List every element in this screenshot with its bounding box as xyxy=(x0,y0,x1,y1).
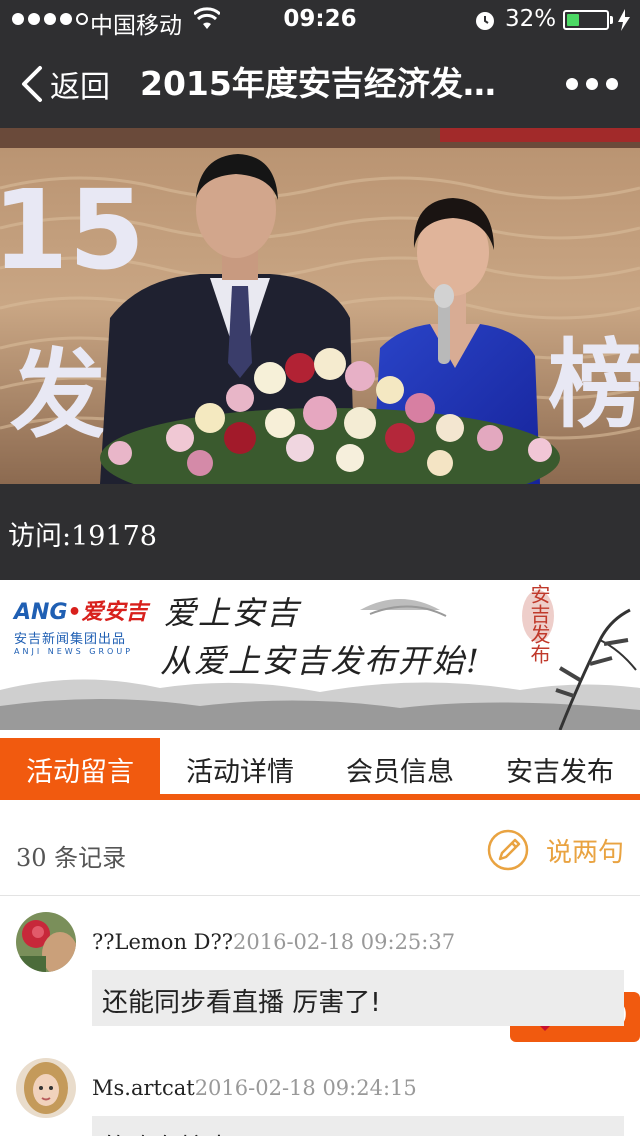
brand-english: ANJI NEWS GROUP xyxy=(14,647,134,656)
battery-percent: 32% xyxy=(505,6,557,32)
comment-item: ??Lemon D??2016-02-18 09:25:37 还能同步看直播 厉… xyxy=(0,912,640,1032)
stage-photo: 15 发 榜 xyxy=(0,128,640,484)
seal-text: 安吉发布 xyxy=(527,584,551,664)
comment-item: Ms.artcat2016-02-18 09:24:15 的确有惊喜! xyxy=(0,1058,640,1136)
back-button[interactable]: 返回 xyxy=(18,62,110,106)
brand-ang: ANG xyxy=(14,600,68,625)
brand-subtitle: 安吉新闻集团出品 xyxy=(14,632,127,647)
avatar[interactable] xyxy=(16,912,76,972)
charging-icon xyxy=(618,9,630,31)
tab-details[interactable]: 活动详情 xyxy=(160,738,320,800)
comment-text: 还能同步看直播 厉害了! xyxy=(92,970,624,1026)
comment-timestamp: 2016-02-18 09:24:15 xyxy=(194,1076,417,1100)
tab-comments[interactable]: 活动留言 xyxy=(0,738,160,800)
records-header: 30 条记录 说两句 xyxy=(0,806,640,896)
write-comment-label: 说两句 xyxy=(546,837,625,868)
chevron-left-icon xyxy=(22,66,42,102)
backdrop-text-fa: 发 xyxy=(10,339,106,451)
visit-count: 访问:19178 xyxy=(8,521,157,552)
battery-tip xyxy=(610,16,613,24)
comment-meta: Ms.artcat2016-02-18 09:24:15 xyxy=(92,1076,417,1100)
brand-logo: ANG•爱安吉 安吉新闻集团出品 ANJI NEWS GROUP xyxy=(14,594,148,656)
battery-icon xyxy=(563,10,609,30)
slogan-line-1: 爱上安吉 xyxy=(164,594,301,632)
alarm-icon xyxy=(476,12,494,30)
nav-bar: 返回 2015年度安吉经济发… xyxy=(0,40,640,128)
comment-timestamp: 2016-02-18 09:25:37 xyxy=(233,930,456,954)
backdrop-text-15: 15 xyxy=(0,166,145,294)
status-bar: 中国移动 09:26 32% xyxy=(0,0,640,40)
comment-author: Ms.artcat xyxy=(92,1076,195,1100)
write-comment-button[interactable]: 说两句 xyxy=(486,828,624,872)
live-video[interactable]: 15 发 榜 xyxy=(0,128,640,484)
avatar[interactable] xyxy=(16,1058,76,1118)
more-icon[interactable] xyxy=(566,78,618,90)
tab-anji-release[interactable]: 安吉发布 xyxy=(480,738,640,800)
record-count: 30 条记录 xyxy=(16,844,127,872)
comment-author: ??Lemon D?? xyxy=(92,930,234,954)
comment-meta: ??Lemon D??2016-02-18 09:25:37 xyxy=(92,930,455,954)
page-title: 2015年度安吉经济发… xyxy=(140,64,496,103)
back-label: 返回 xyxy=(50,70,110,105)
backdrop-text-bang: 榜 xyxy=(548,329,640,441)
tab-bar: 活动留言 活动详情 会员信息 安吉发布 xyxy=(0,738,640,800)
pencil-icon xyxy=(487,829,529,871)
tab-members[interactable]: 会员信息 xyxy=(320,738,480,800)
stats-bar: 访问:19178 340 xyxy=(0,484,640,1042)
promo-banner[interactable]: ANG•爱安吉 安吉新闻集团出品 ANJI NEWS GROUP 爱上安吉 从爱… xyxy=(0,580,640,730)
brand-ajj: •爱安吉 xyxy=(67,600,148,625)
slogan-line-2: 从爱上安吉发布开始! xyxy=(160,642,481,680)
comment-text: 的确有惊喜! xyxy=(92,1116,624,1136)
